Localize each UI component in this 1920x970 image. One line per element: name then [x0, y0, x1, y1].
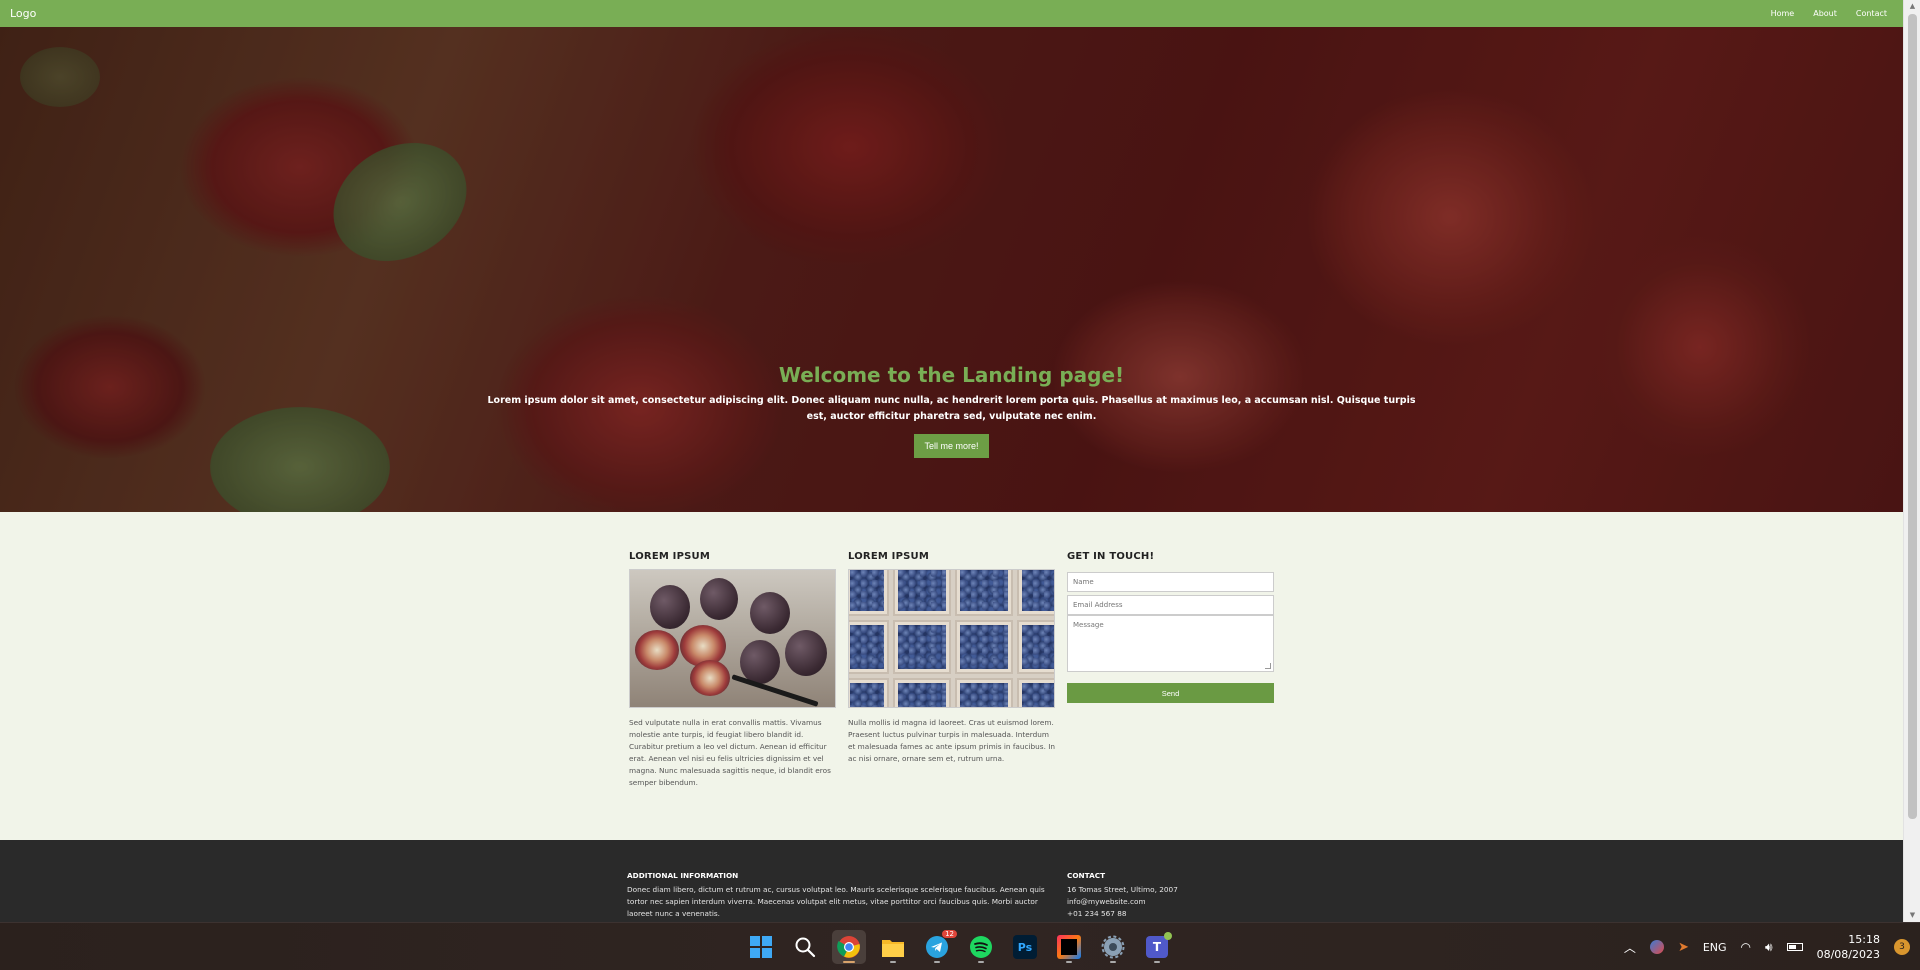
notification-badge[interactable]: 3: [1894, 939, 1910, 955]
wifi-icon[interactable]: ◠: [1741, 940, 1751, 954]
telegram-badge: 12: [942, 930, 957, 938]
footer-phone: +01 234 567 88: [1067, 909, 1127, 918]
teams-icon[interactable]: T: [1140, 930, 1174, 964]
logo[interactable]: Logo: [10, 7, 36, 20]
email-input[interactable]: [1067, 595, 1274, 615]
clock[interactable]: 15:18 08/08/2023: [1817, 932, 1880, 962]
footer-additional-info: ADDITIONAL INFORMATION Donec diam libero…: [627, 871, 1057, 920]
message-placeholder: Message: [1073, 621, 1104, 629]
nav-about-link[interactable]: About: [1813, 9, 1837, 18]
scroll-up-icon[interactable]: ▲: [1904, 0, 1920, 13]
content-column-2: LOREM IPSUM Nulla mollis id magna id lao…: [848, 551, 1055, 765]
taskbar: 12 Ps T ︿ ➤ ENG ◠ 🔊︎ 15:18 08/08/2023 3: [0, 922, 1920, 970]
contact-form: Message Send: [1067, 569, 1274, 703]
photoshop-icon[interactable]: Ps: [1008, 930, 1042, 964]
volume-icon[interactable]: 🔊︎: [1765, 940, 1773, 955]
language-indicator[interactable]: ENG: [1703, 941, 1727, 954]
system-tray: ︿ ➤ ENG ◠ 🔊︎ 15:18 08/08/2023 3: [1624, 923, 1920, 970]
footer: ADDITIONAL INFORMATION Donec diam libero…: [0, 840, 1903, 922]
footer-contact: CONTACT 16 Tomas Street, Ultimo, 2007 in…: [1067, 871, 1267, 920]
column-heading: LOREM IPSUM: [848, 551, 930, 562]
navbar: Logo Home About Contact: [0, 0, 1903, 27]
settings-icon[interactable]: [1096, 930, 1130, 964]
chevron-up-icon[interactable]: ︿: [1624, 939, 1636, 956]
hero-content: Welcome to the Landing page! Lorem ipsum…: [0, 363, 1903, 458]
tell-me-more-button[interactable]: Tell me more!: [914, 434, 989, 458]
scroll-down-icon[interactable]: ▼: [1904, 909, 1920, 922]
scroll-thumb[interactable]: [1908, 14, 1917, 819]
taskbar-apps: 12 Ps T: [744, 923, 1174, 970]
contact-form-heading: GET IN TOUCH!: [1067, 551, 1155, 562]
footer-address: 16 Tomas Street, Ultimo, 2007: [1067, 885, 1178, 894]
send-button[interactable]: Send: [1067, 683, 1274, 703]
footer-contact-heading: CONTACT: [1067, 871, 1106, 880]
nav-home-link[interactable]: Home: [1771, 9, 1795, 18]
hero-text: Lorem ipsum dolor sit amet, consectetur …: [487, 395, 1416, 422]
nav-contact-link[interactable]: Contact: [1856, 9, 1887, 18]
resize-handle-icon[interactable]: [1265, 663, 1271, 669]
footer-info-text: Donec diam libero, dictum et rutrum ac, …: [627, 885, 1045, 918]
search-icon[interactable]: [788, 930, 822, 964]
name-input[interactable]: [1067, 572, 1274, 592]
chrome-icon[interactable]: [832, 930, 866, 964]
column-heading: LOREM IPSUM: [629, 551, 711, 562]
windows-start-icon[interactable]: [744, 930, 778, 964]
contact-form-column: GET IN TOUCH! Message Send: [1067, 551, 1274, 703]
intellij-icon[interactable]: [1052, 930, 1086, 964]
clock-date: 08/08/2023: [1816, 948, 1880, 961]
location-arrow-icon[interactable]: ➤: [1678, 940, 1689, 955]
footer-info-heading: ADDITIONAL INFORMATION: [627, 871, 739, 880]
column-text: Sed vulputate nulla in erat convallis ma…: [629, 718, 831, 787]
blueberries-image: [848, 569, 1055, 708]
clock-time: 15:18: [1848, 933, 1880, 946]
battery-icon[interactable]: [1786, 943, 1803, 951]
column-text: Nulla mollis id magna id laoreet. Cras u…: [848, 718, 1055, 763]
spotify-icon[interactable]: [964, 930, 998, 964]
telegram-icon[interactable]: 12: [920, 930, 957, 964]
hero-section: Welcome to the Landing page! Lorem ipsum…: [0, 27, 1903, 512]
file-explorer-icon[interactable]: [876, 930, 910, 964]
footer-email[interactable]: info@mywebsite.com: [1067, 896, 1267, 908]
hero-title: Welcome to the Landing page!: [778, 363, 1125, 387]
message-textarea[interactable]: Message: [1067, 615, 1274, 672]
page-scrollbar[interactable]: ▲ ▼: [1903, 0, 1920, 922]
figs-image: [629, 569, 836, 708]
content-column-1: LOREM IPSUM Sed vulputate nulla in erat …: [629, 551, 836, 789]
app-tray-icon[interactable]: [1649, 940, 1664, 954]
nav-links: Home About Contact: [1771, 9, 1887, 18]
